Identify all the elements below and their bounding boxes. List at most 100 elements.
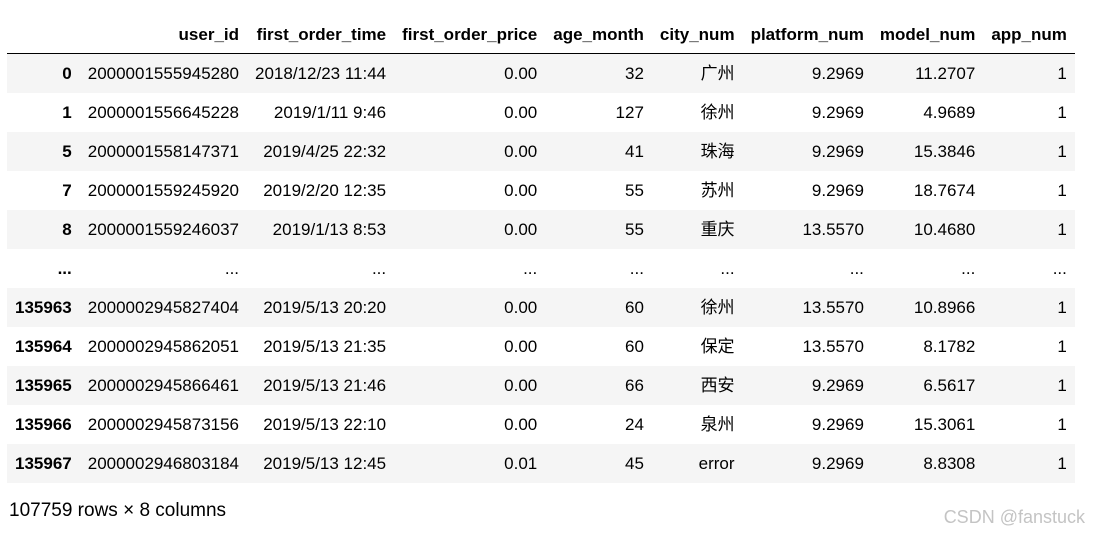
table-cell: 1: [1057, 103, 1067, 122]
table-cell: ...: [720, 259, 735, 278]
table-cell: 2019/5/13 20:20: [263, 298, 387, 317]
table-cell: 泉州: [700, 415, 735, 434]
table-cell: ...: [629, 259, 644, 278]
table-cell: 9.2969: [811, 454, 864, 473]
table-cell: ...: [371, 259, 387, 278]
table-cell: 重庆: [700, 220, 735, 239]
table-cell: 1: [1057, 415, 1067, 434]
dataframe-output: user_id first_order_time first_order_price…: [7, 16, 1075, 483]
table-cell: 127: [615, 103, 644, 122]
table-cell: 60: [625, 337, 644, 356]
table-cell: 2000001559246037: [87, 220, 240, 239]
table-cell: 1: [1057, 376, 1067, 395]
table-cell: 9.2969: [811, 181, 864, 200]
row-index: 135964: [15, 337, 72, 356]
table-cell: 0.00: [504, 415, 538, 434]
table-cell: 0.00: [504, 220, 538, 239]
table-cell: 45: [625, 454, 644, 473]
column-header: app_num: [983, 16, 1075, 54]
table-cell: 0.00: [504, 64, 538, 83]
table-cell: 2019/1/13 8:53: [272, 220, 387, 239]
table-cell: 13.5570: [802, 220, 864, 239]
row-index: 5: [62, 142, 72, 161]
table-cell: 66: [625, 376, 644, 395]
table-cell: 1: [1057, 454, 1067, 473]
table-cell: 8.8308: [923, 454, 976, 473]
column-header: age_month: [545, 16, 652, 54]
table-cell: 41: [625, 142, 644, 161]
table-cell: 2000002945866461: [87, 376, 240, 395]
dataframe-table: user_id first_order_time first_order_price…: [7, 16, 1075, 483]
column-header: city_num: [651, 16, 743, 54]
row-index: 135963: [15, 298, 72, 317]
table-cell: 1: [1057, 298, 1067, 317]
table-cell: 2019/2/20 12:35: [263, 181, 387, 200]
table-cell: 广州: [700, 64, 735, 83]
table-cell: 2000001556645228: [87, 103, 240, 122]
table-cell: 0.00: [504, 337, 538, 356]
column-header: model_num: [871, 16, 984, 54]
table-cell: 32: [625, 64, 644, 83]
table-row: 1 2000001556645228 2019/1/11 9:46 0.00 127 徐州…: [7, 93, 1075, 132]
table-cell: 11.2707: [915, 64, 976, 83]
table-cell: 2000002945827404: [87, 298, 240, 317]
table-cell: 9.2969: [811, 64, 864, 83]
table-cell: 0.00: [504, 142, 538, 161]
table-cell: 2000002945862051: [87, 337, 240, 356]
row-index: ...: [57, 259, 72, 278]
table-cell: 9.2969: [811, 103, 864, 122]
table-cell: 1: [1057, 181, 1067, 200]
table-cell: 10.4680: [913, 220, 976, 239]
table-cell: 徐州: [700, 298, 735, 317]
table-row: 135963 2000002945827404 2019/5/13 20:20 0.0…: [7, 288, 1075, 327]
table-cell: 2000001559245920: [87, 181, 240, 200]
table-cell: 9.2969: [811, 142, 864, 161]
table-cell: 0.00: [504, 103, 538, 122]
table-cell: 15.3061: [913, 415, 976, 434]
table-cell: 2000001555945280: [87, 64, 240, 83]
table-cell: 13.5570: [802, 298, 864, 317]
row-index: 7: [62, 181, 72, 200]
table-header: user_id first_order_time first_order_price…: [7, 16, 1075, 54]
column-header: user_id: [79, 16, 248, 54]
table-cell: 1: [1057, 220, 1067, 239]
table-cell: 18.7674: [913, 181, 976, 200]
table-cell: ...: [849, 259, 864, 278]
table-cell: 2000001558147371: [87, 142, 240, 161]
table-cell: 2000002946803184: [87, 454, 240, 473]
table-cell: 60: [625, 298, 644, 317]
table-cell: 55: [625, 181, 644, 200]
row-index: 1: [62, 103, 72, 122]
index-column-header: [7, 16, 80, 54]
table-cell: 9.2969: [811, 376, 864, 395]
table-cell: 2019/5/13 21:46: [263, 376, 387, 395]
ellipsis-row: ...........................: [7, 249, 1075, 288]
row-index: 8: [62, 220, 72, 239]
watermark: CSDN @fanstuck: [943, 507, 1085, 527]
table-cell: 0.00: [504, 376, 538, 395]
table-cell: 55: [625, 220, 644, 239]
table-cell: 15.3846: [913, 142, 976, 161]
table-cell: 保定: [700, 337, 735, 356]
table-cell: 6.5617: [923, 376, 976, 395]
table-cell: 8.1782: [923, 337, 976, 356]
table-row: 7 2000001559245920 2019/2/20 12:35 0.00 55 苏州…: [7, 171, 1075, 210]
table-cell: 2018/12/23 11:44: [255, 64, 387, 83]
table-cell: 2000002945873156: [87, 415, 240, 434]
table-cell: 苏州: [700, 181, 735, 200]
table-cell: 0.00: [504, 298, 538, 317]
table-row: 135964 2000002945862051 2019/5/13 21:35 0.0…: [7, 327, 1075, 366]
table-row: 5 2000001558147371 2019/4/25 22:32 0.00 41 珠海…: [7, 132, 1075, 171]
row-index: 135966: [15, 415, 72, 434]
table-cell: 24: [625, 415, 644, 434]
row-index: 135965: [15, 376, 72, 395]
row-index: 135967: [15, 454, 72, 473]
table-row: 8 2000001559246037 2019/1/13 8:53 0.00 55 重庆 1…: [7, 210, 1075, 249]
table-cell: 9.2969: [811, 415, 864, 434]
table-cell: ...: [523, 259, 538, 278]
table-cell: 13.5570: [802, 337, 864, 356]
table-row: 135967 2000002946803184 2019/5/13 12:45 0.0…: [7, 444, 1075, 483]
table-cell: 2019/5/13 22:10: [263, 415, 387, 434]
table-cell: 2019/5/13 21:35: [263, 337, 387, 356]
table-cell: error: [698, 454, 735, 473]
